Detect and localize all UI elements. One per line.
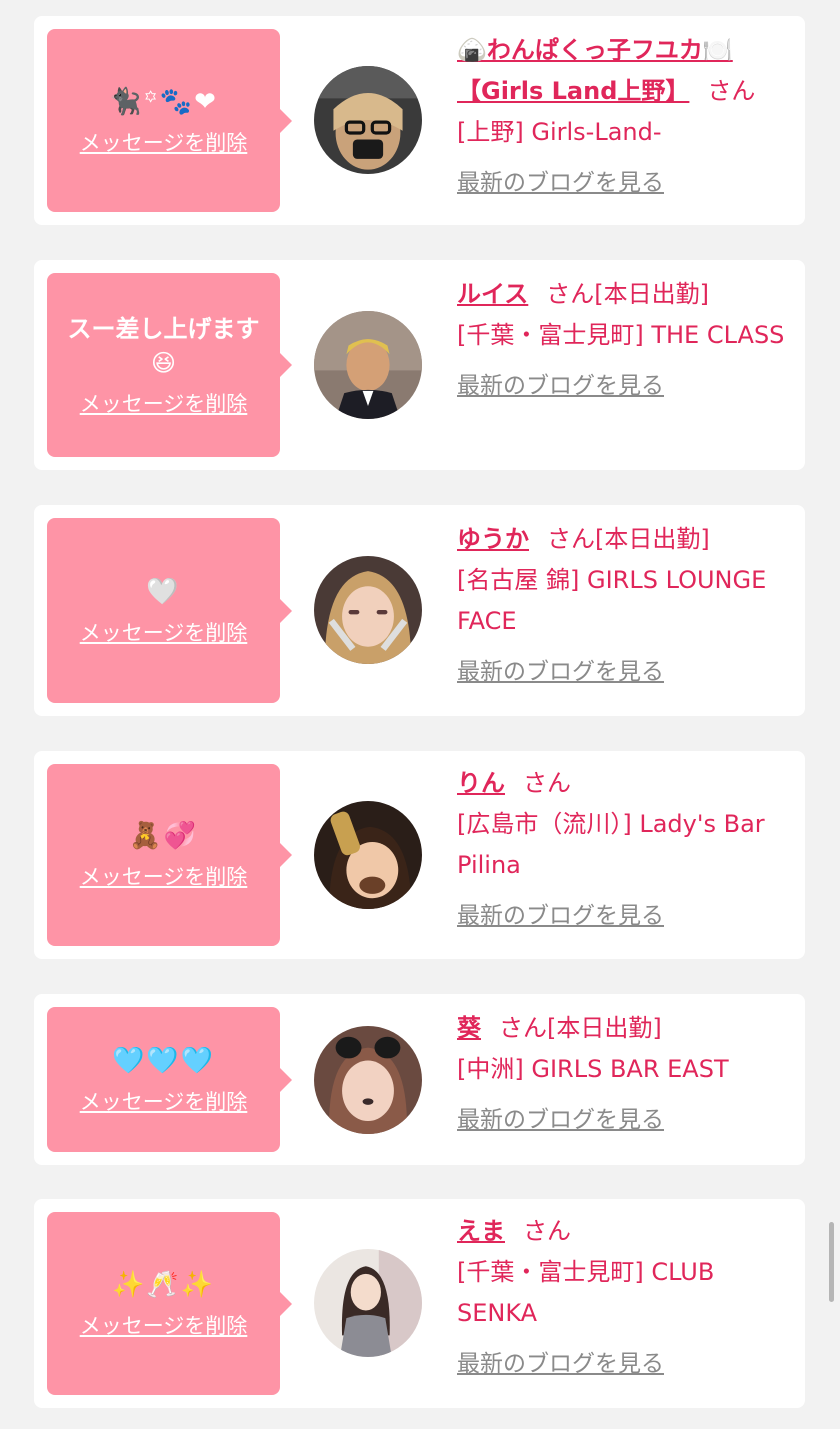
cast-name-link[interactable]: 🍙わんぱくっ子フユカ🍽️【Girls Land上野】	[457, 36, 733, 105]
shop-name: [中洲] GIRLS BAR EAST	[457, 1055, 729, 1083]
cast-name-link[interactable]: 葵	[457, 1014, 481, 1042]
message-bubble: スー差し上げます😆 メッセージを削除	[47, 273, 292, 457]
shop-name: [千葉・富士見町] THE CLASS	[457, 321, 785, 349]
avatar[interactable]	[314, 1026, 422, 1134]
entry-info: 葵さん[本日出勤] [中洲] GIRLS BAR EAST 最新のブログを見る	[457, 1008, 797, 1141]
attendance-status: [本日出勤]	[595, 525, 710, 553]
honorific: さん	[523, 1217, 571, 1245]
shop-name: [広島市（流川）] Lady's Bar Pilina	[457, 810, 765, 879]
honorific: さん	[523, 769, 571, 797]
message-bubble: 🧸💞 メッセージを削除	[47, 764, 292, 946]
latest-blog-link[interactable]: 最新のブログを見る	[457, 896, 664, 937]
latest-blog-link[interactable]: 最新のブログを見る	[457, 652, 664, 693]
message-text: 🩵🩵🩵	[111, 1045, 216, 1076]
shop-name: [上野] Girls-Land-	[457, 118, 662, 146]
delete-message-link[interactable]: メッセージを削除	[80, 1310, 248, 1340]
avatar-photo	[314, 311, 422, 419]
avatar[interactable]	[314, 556, 422, 664]
message-text: ✨🥂✨	[111, 1269, 216, 1300]
latest-blog-link[interactable]: 最新のブログを見る	[457, 366, 664, 407]
message-text: スー差し上げます😆	[67, 315, 260, 377]
scrollbar[interactable]	[829, 1222, 834, 1302]
entry-info: えま さん [千葉・富士見町] CLUB SENKA 最新のブログを見る	[457, 1211, 797, 1385]
delete-message-link[interactable]: メッセージを削除	[80, 388, 248, 418]
message-list: 🐈‍⬛꙳🐾❤ メッセージを削除 🍙わんぱくっ子フユカ🍽️【Girls Land上…	[0, 0, 840, 1429]
entry-info: 🍙わんぱくっ子フユカ🍽️【Girls Land上野】 さん [上野] Girls-…	[457, 30, 797, 204]
honorific: さん	[547, 525, 595, 553]
delete-message-link[interactable]: メッセージを削除	[80, 127, 248, 157]
honorific: さん	[546, 280, 595, 308]
attendance-status: [本日出勤]	[594, 280, 710, 308]
avatar-photo	[314, 1026, 422, 1134]
shop-name: [千葉・富士見町] CLUB SENKA	[457, 1258, 715, 1327]
entry-info: ゆうか さん[本日出勤] [名古屋 錦] GIRLS LOUNGE FACE 最新…	[457, 519, 797, 693]
message-text: 🤍	[146, 576, 181, 607]
cast-name-link[interactable]: ルイス	[457, 280, 528, 308]
message-text: 🧸💞	[129, 821, 198, 851]
delete-message-link[interactable]: メッセージを削除	[80, 861, 248, 891]
cast-name-link[interactable]: えま	[457, 1217, 505, 1245]
latest-blog-link[interactable]: 最新のブログを見る	[457, 1100, 664, 1141]
message-bubble: 🤍 メッセージを削除	[47, 518, 292, 703]
avatar-photo	[314, 556, 422, 664]
honorific: さん	[499, 1014, 547, 1042]
avatar[interactable]	[314, 1249, 422, 1357]
avatar[interactable]	[314, 311, 422, 419]
entry-info: りん さん [広島市（流川）] Lady's Bar Pilina 最新のブログを…	[457, 763, 797, 937]
list-item: ✨🥂✨ メッセージを削除 えま さん [千葉・富士見町] CLUB SENKA 最…	[34, 1199, 805, 1408]
list-item: スー差し上げます😆 メッセージを削除 ルイス さん[本日出勤] [千葉・富士見町]…	[34, 260, 805, 470]
message-bubble: 🐈‍⬛꙳🐾❤ メッセージを削除	[47, 29, 292, 212]
avatar-photo	[314, 66, 422, 174]
attendance-status: [本日出勤]	[547, 1014, 662, 1042]
message-bubble: ✨🥂✨ メッセージを削除	[47, 1212, 292, 1395]
delete-message-link[interactable]: メッセージを削除	[80, 1086, 248, 1116]
message-text: 🐈‍⬛꙳🐾❤	[109, 86, 218, 117]
list-item: 🐈‍⬛꙳🐾❤ メッセージを削除 🍙わんぱくっ子フユカ🍽️【Girls Land上…	[34, 16, 805, 225]
honorific: さん	[707, 77, 756, 105]
latest-blog-link[interactable]: 最新のブログを見る	[457, 1344, 664, 1385]
delete-message-link[interactable]: メッセージを削除	[80, 617, 248, 647]
avatar-photo	[314, 1249, 422, 1357]
shop-name: [名古屋 錦] GIRLS LOUNGE FACE	[457, 566, 767, 635]
avatar[interactable]	[314, 66, 422, 174]
avatar-photo	[314, 801, 422, 909]
latest-blog-link[interactable]: 最新のブログを見る	[457, 163, 664, 204]
list-item: 🩵🩵🩵 メッセージを削除 葵さん[本日出勤] [中洲] GIRLS BAR EA…	[34, 994, 805, 1165]
message-bubble: 🩵🩵🩵 メッセージを削除	[47, 1007, 292, 1152]
list-item: 🤍 メッセージを削除 ゆうか さん[本日出勤] [名古屋 錦] GIRLS LOU…	[34, 505, 805, 716]
list-item: 🧸💞 メッセージを削除 りん さん [広島市（流川）] Lady's Bar Pi…	[34, 751, 805, 959]
cast-name-link[interactable]: りん	[457, 769, 505, 797]
cast-name-link[interactable]: ゆうか	[457, 525, 529, 553]
entry-info: ルイス さん[本日出勤] [千葉・富士見町] THE CLASS 最新のブログを見…	[457, 274, 797, 407]
avatar[interactable]	[314, 801, 422, 909]
